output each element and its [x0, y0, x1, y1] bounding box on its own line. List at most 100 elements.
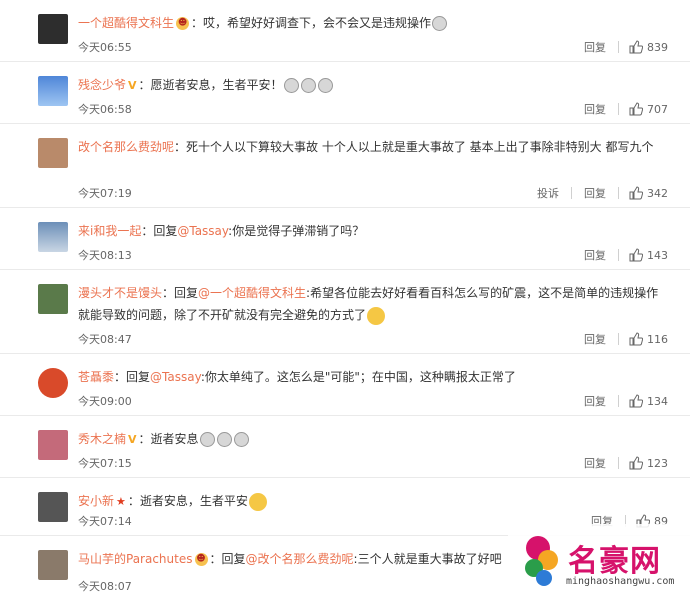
reply-button[interactable]: 回复: [572, 455, 618, 471]
thumbs-up-icon: [629, 102, 643, 116]
timestamp: 今天07:19: [78, 187, 132, 200]
like-count: 123: [647, 456, 668, 470]
watermark-title: 名豪网: [568, 544, 661, 579]
like-count: 707: [647, 102, 668, 116]
comment-item: 改个名那么费劲呢：死十个人以下算较大事故 十个人以上就是重大事故了 基本上出了事…: [0, 124, 690, 208]
verified-v-icon: V: [128, 78, 137, 92]
timestamp: 今天08:13: [78, 249, 132, 262]
reply-button[interactable]: 回复: [572, 185, 618, 201]
comment-item: 漫头才不是馒头：回复@一个超酷得文科生:希望各位能去好好看看百科怎么写的矿震，这…: [0, 270, 690, 354]
avatar[interactable]: [38, 430, 68, 460]
avatar[interactable]: [38, 550, 68, 580]
mention-link[interactable]: @改个名那么费劲呢: [246, 552, 354, 566]
thumbs-up-icon: [629, 248, 643, 262]
comment-text: 哎，希望好好调查下，会不会又是违规操作: [203, 16, 432, 30]
reply-button[interactable]: 回复: [572, 39, 618, 55]
comment-actions: 投诉 回复 342: [525, 185, 668, 201]
crying-emoji-icon: [432, 16, 448, 31]
sad-emoji-icon: [248, 492, 267, 511]
site-watermark: 名豪网 minghaoshangwu.com: [508, 524, 690, 600]
comment-text: 愿逝者安息，生者平安！: [150, 78, 283, 92]
comment-text: :三个人就是重大事故了好吧: [353, 552, 502, 566]
reply-button[interactable]: 回复: [572, 247, 618, 263]
username-link[interactable]: 秀木之楠: [78, 432, 126, 446]
crying-emoji-icon: [233, 432, 249, 447]
like-button[interactable]: 116: [619, 332, 668, 346]
comment-body: 安小新 ★ ：逝者安息，生者平安: [78, 490, 660, 512]
comment-body: 残念少爷 V ：愿逝者安息，生者平安！: [78, 74, 660, 96]
comment-text: :你是觉得子弹滞销了吗？: [228, 224, 365, 238]
username-link[interactable]: 漫头才不是馒头: [78, 286, 162, 300]
comment-actions: 回复 116: [572, 331, 668, 347]
crying-emoji-icon: [199, 432, 215, 447]
avatar[interactable]: [38, 492, 68, 522]
like-count: 342: [647, 186, 668, 200]
comment-text: :你太单纯了。这怎么是"可能"；在中国，这种瞒报太正常了: [200, 370, 516, 384]
thumbs-up-icon: [629, 40, 643, 54]
comment-actions: 回复 123: [572, 455, 668, 471]
comment-actions: 回复 707: [572, 101, 668, 117]
like-button[interactable]: 707: [619, 102, 668, 116]
report-button[interactable]: 投诉: [525, 185, 571, 201]
timestamp: 今天07:14: [78, 515, 132, 528]
mention-link[interactable]: @Tassay: [150, 370, 201, 384]
comment-body: 秀木之楠 V ：逝者安息: [78, 428, 660, 450]
avatar[interactable]: [38, 284, 68, 314]
comment-text: 逝者安息: [150, 432, 199, 446]
timestamp: 今天07:15: [78, 457, 132, 470]
member-badge-icon: ☻: [194, 553, 208, 566]
timestamp: 今天06:58: [78, 103, 132, 116]
like-button[interactable]: 123: [619, 456, 668, 470]
avatar[interactable]: [38, 138, 68, 168]
reply-button[interactable]: 回复: [572, 331, 618, 347]
mention-link[interactable]: @一个超酷得文科生: [198, 286, 306, 300]
avatar[interactable]: [38, 222, 68, 252]
username-link[interactable]: 苍聶黍: [78, 370, 114, 384]
comment-item: 残念少爷 V ：愿逝者安息，生者平安！ 今天06:58 回复 707: [0, 62, 690, 124]
comment-actions: 回复 134: [572, 393, 668, 409]
thumbs-up-icon: [629, 394, 643, 408]
verified-v-icon: V: [128, 432, 137, 446]
thumbs-up-icon: [629, 456, 643, 470]
timestamp: 今天08:47: [78, 333, 132, 346]
comment-actions: 回复 839: [572, 39, 668, 55]
crying-emoji-icon: [283, 78, 299, 93]
watermark-url: minghaoshangwu.com: [566, 576, 675, 587]
thumbs-up-icon: [629, 186, 643, 200]
like-count: 134: [647, 394, 668, 408]
comment-body: 改个名那么费劲呢：死十个人以下算较大事故 十个人以上就是重大事故了 基本上出了事…: [78, 140, 654, 154]
username-link[interactable]: 安小新: [78, 494, 114, 508]
like-button[interactable]: 342: [619, 186, 668, 200]
like-button[interactable]: 143: [619, 248, 668, 262]
reply-button[interactable]: 回复: [572, 393, 618, 409]
thumbs-up-icon: [629, 332, 643, 346]
mention-link[interactable]: @Tassay: [177, 224, 228, 238]
username-link[interactable]: 改个名那么费劲呢: [78, 140, 174, 154]
timestamp: 今天06:55: [78, 41, 132, 54]
comment-item: 苍聶黍：回复@Tassay:你太单纯了。这怎么是"可能"；在中国，这种瞒报太正常…: [0, 354, 690, 416]
avatar[interactable]: [38, 14, 68, 44]
reply-button[interactable]: 回复: [572, 101, 618, 117]
crying-emoji-icon: [300, 78, 316, 93]
like-button[interactable]: 839: [619, 40, 668, 54]
crying-emoji-icon: [317, 78, 333, 93]
comment-item: 秀木之楠 V ：逝者安息 今天07:15 回复 123: [0, 416, 690, 478]
avatar[interactable]: [38, 368, 68, 398]
username-link[interactable]: 马山芋的Parachutes: [78, 552, 193, 566]
avatar[interactable]: [38, 76, 68, 106]
comment-body: 漫头才不是馒头：回复@一个超酷得文科生:希望各位能去好好看看百科怎么写的矿震，这…: [78, 282, 660, 326]
comment-body: 来i和我一起：回复@Tassay:你是觉得子弹滞销了吗？: [78, 224, 365, 238]
like-count: 143: [647, 248, 668, 262]
username-link[interactable]: 一个超酷得文科生: [78, 16, 174, 30]
username-link[interactable]: 残念少爷: [78, 78, 126, 92]
logo-icon: [525, 536, 558, 586]
comment-body: 一个超酷得文科生 ☻ ：哎，希望好好调查下，会不会又是违规操作: [78, 12, 660, 34]
comment-text: 死十个人以下算较大事故 十个人以上就是重大事故了 基本上出了事除非特别大 都写九…: [186, 140, 654, 154]
comment-list: 一个超酷得文科生 ☻ ：哎，希望好好调查下，会不会又是违规操作 今天06:55 回复…: [0, 0, 690, 600]
like-count: 116: [647, 332, 668, 346]
like-button[interactable]: 134: [619, 394, 668, 408]
username-link[interactable]: 来i和我一起: [78, 224, 141, 238]
crying-emoji-icon: [216, 432, 232, 447]
comment-item: 来i和我一起：回复@Tassay:你是觉得子弹滞销了吗？ 今天08:13 回复 …: [0, 208, 690, 270]
thinking-emoji-icon: [367, 306, 386, 325]
